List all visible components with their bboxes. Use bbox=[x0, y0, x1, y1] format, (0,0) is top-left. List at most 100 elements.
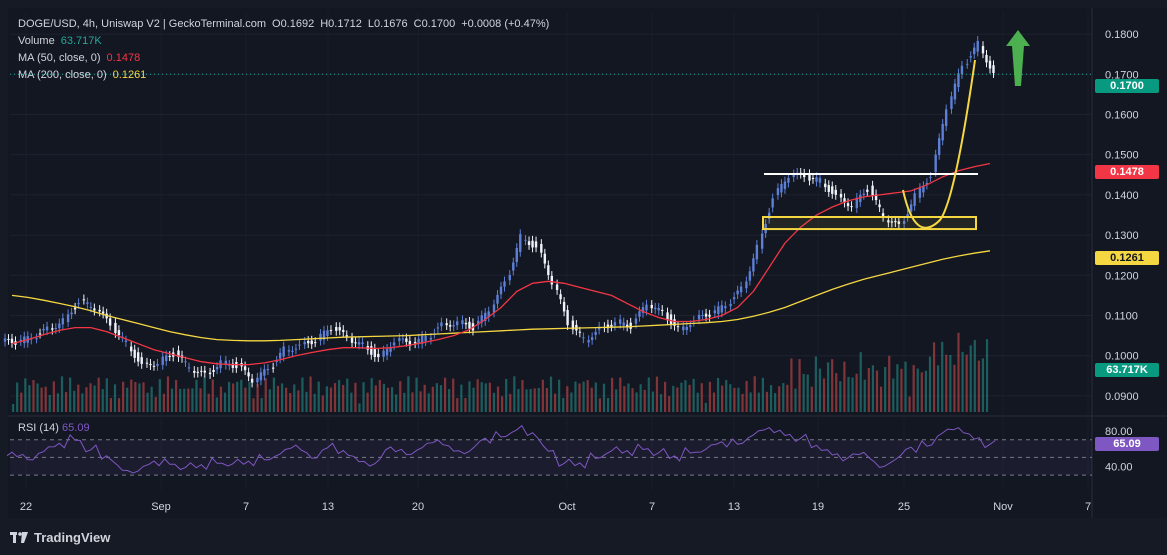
candle-body bbox=[760, 233, 764, 249]
volume-value: 63.717K bbox=[60, 35, 102, 47]
price-tick-label: 0.1400 bbox=[1105, 190, 1139, 202]
candle-body bbox=[208, 372, 212, 375]
volume-bar bbox=[252, 398, 255, 412]
volume-bar bbox=[183, 388, 186, 412]
volume-bar bbox=[492, 392, 496, 412]
candle-body bbox=[455, 321, 459, 326]
candle-body bbox=[960, 65, 964, 75]
candle-body bbox=[736, 290, 739, 295]
volume-bar bbox=[60, 376, 64, 412]
volume-bar bbox=[716, 377, 720, 412]
volume-bar bbox=[611, 377, 614, 412]
candle-body bbox=[638, 311, 641, 317]
candle-body bbox=[329, 330, 333, 332]
volume-bar bbox=[329, 387, 333, 412]
candle-body bbox=[748, 271, 752, 281]
candle-body bbox=[976, 40, 979, 52]
volume-bar bbox=[810, 386, 813, 412]
candle-body bbox=[555, 284, 559, 290]
tradingview-footer[interactable]: TradingView bbox=[10, 530, 110, 545]
candle-body bbox=[519, 234, 522, 252]
candle-body bbox=[77, 303, 80, 305]
volume-bar bbox=[700, 383, 703, 412]
volume-bar bbox=[541, 379, 544, 412]
volume-bar bbox=[537, 387, 540, 412]
volume-bar bbox=[664, 381, 667, 412]
volume-bar bbox=[806, 374, 809, 412]
candle-body bbox=[634, 318, 638, 324]
candle-body bbox=[203, 370, 206, 373]
candle-body bbox=[988, 60, 992, 69]
volume-bar bbox=[215, 397, 218, 412]
candle-body bbox=[445, 323, 448, 326]
candle-body bbox=[613, 322, 617, 326]
candle-body bbox=[401, 338, 405, 340]
candle-body bbox=[708, 314, 711, 317]
candle-body bbox=[704, 313, 708, 317]
candle-body bbox=[326, 330, 329, 336]
volume-bar bbox=[264, 378, 267, 412]
candle-body bbox=[590, 337, 594, 340]
volume-bar bbox=[223, 392, 227, 412]
volume-bar bbox=[774, 393, 777, 412]
candle-body bbox=[413, 341, 417, 344]
volume-bar bbox=[333, 383, 337, 412]
candle-body bbox=[492, 304, 496, 313]
candle-body bbox=[811, 178, 815, 180]
volume-bar bbox=[248, 382, 251, 412]
candle-body bbox=[654, 307, 657, 310]
candle-body bbox=[357, 342, 361, 345]
volume-bar bbox=[472, 387, 475, 412]
volume-bar bbox=[521, 380, 524, 412]
candle-body bbox=[287, 350, 291, 352]
volume-bar bbox=[154, 396, 157, 412]
x-tick-label: 13 bbox=[322, 501, 334, 513]
volume-bar bbox=[574, 381, 577, 412]
low-value: 0.1676 bbox=[373, 18, 408, 30]
candle-body bbox=[136, 352, 140, 362]
volume-bar bbox=[892, 378, 895, 412]
volume-bar bbox=[505, 378, 508, 412]
volume-bar bbox=[598, 398, 601, 412]
candle-body bbox=[515, 248, 518, 263]
candle-body bbox=[937, 138, 941, 155]
volume-bar bbox=[126, 387, 129, 412]
volume-bar bbox=[586, 380, 589, 412]
volume-bar bbox=[757, 392, 760, 412]
volume-bar bbox=[708, 381, 712, 412]
candle-body bbox=[717, 306, 720, 315]
volume-bar bbox=[680, 382, 683, 412]
volume-bar bbox=[704, 402, 707, 412]
volume-bar bbox=[399, 381, 402, 412]
volume-bar bbox=[89, 383, 92, 412]
candle-body bbox=[149, 363, 152, 366]
candle-body bbox=[361, 342, 364, 345]
volume-bar bbox=[150, 386, 153, 412]
volume-bar bbox=[753, 376, 756, 412]
candle-body bbox=[314, 342, 317, 344]
volume-bar bbox=[643, 389, 646, 412]
volume-badge: 63.717K bbox=[1095, 363, 1159, 377]
volume-bar bbox=[615, 389, 618, 412]
volume-bar bbox=[77, 384, 80, 412]
candle-body bbox=[543, 253, 547, 264]
volume-bar bbox=[908, 396, 911, 412]
volume-bar bbox=[619, 377, 622, 412]
volume-bar bbox=[117, 398, 121, 412]
candle-body bbox=[370, 346, 373, 355]
volume-bar bbox=[366, 392, 369, 412]
candle-body bbox=[215, 366, 219, 370]
candle-body bbox=[787, 177, 790, 183]
volume-bar bbox=[97, 377, 100, 412]
volume-bar bbox=[158, 379, 161, 412]
candle-body bbox=[755, 244, 759, 260]
candle-body bbox=[382, 350, 385, 357]
volume-bar bbox=[142, 382, 145, 412]
volume-bar bbox=[655, 376, 659, 412]
x-tick-label: 7 bbox=[1085, 501, 1091, 513]
x-tick-label: 25 bbox=[898, 501, 910, 513]
candle-body bbox=[645, 304, 648, 311]
volume-bar bbox=[659, 394, 663, 412]
candle-body bbox=[669, 314, 673, 325]
candle-body bbox=[429, 337, 433, 340]
